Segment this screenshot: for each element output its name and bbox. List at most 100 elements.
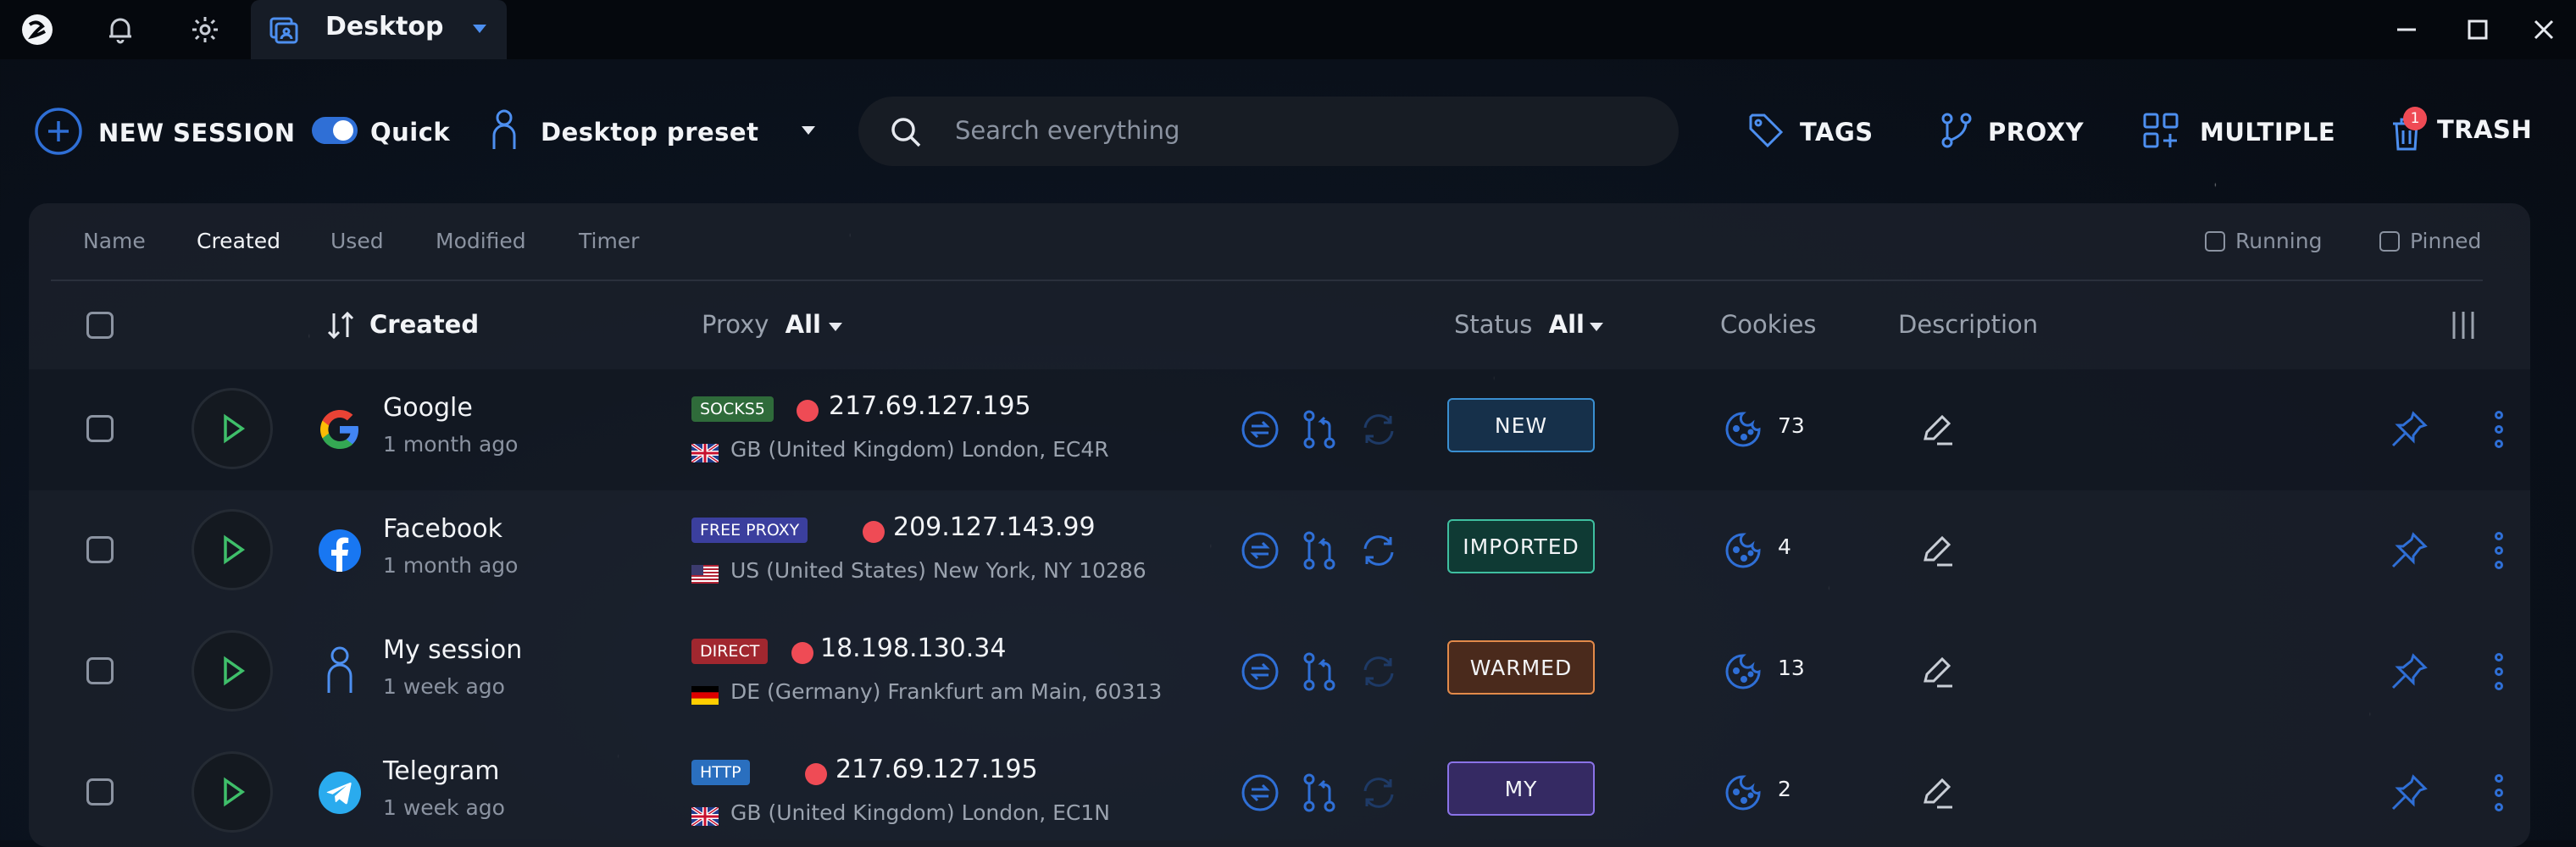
running-label: Running xyxy=(2235,229,2323,253)
play-button[interactable] xyxy=(192,509,273,590)
col-cookies[interactable]: Cookies xyxy=(1720,310,1817,339)
sort-modified[interactable]: Modified xyxy=(436,229,526,253)
proxy-type-badge: HTTP xyxy=(691,760,750,785)
proxy-branch-icon[interactable] xyxy=(1296,649,1342,695)
more-vertical-icon[interactable] xyxy=(2476,528,2522,573)
search-bar[interactable]: Search everything xyxy=(858,97,1679,166)
col-status[interactable]: Status All xyxy=(1454,310,1585,339)
proxy-ip[interactable]: 18.198.130.34 xyxy=(820,634,1006,663)
new-session-button[interactable]: NEW SESSION xyxy=(34,107,296,159)
session-name[interactable]: Facebook xyxy=(383,514,502,544)
tab-desktop[interactable]: Desktop xyxy=(251,0,507,59)
refresh-icon[interactable] xyxy=(1356,770,1402,816)
table-row[interactable]: Telegram 1 week ago HTTP 217.69.127.195 … xyxy=(29,733,2530,840)
proxy-ip[interactable]: 217.69.127.195 xyxy=(829,391,1031,421)
session-age: 1 week ago xyxy=(383,674,505,699)
minimize-button[interactable] xyxy=(2381,8,2432,51)
proxy-status-dot xyxy=(791,642,813,664)
tags-button[interactable]: TAGS xyxy=(1747,112,1874,152)
row-checkbox[interactable] xyxy=(86,778,114,805)
proxy-status-dot xyxy=(797,400,819,422)
bell-icon[interactable] xyxy=(97,7,143,53)
status-badge[interactable]: NEW xyxy=(1447,398,1595,452)
table-row[interactable]: Google 1 month ago SOCKS5 217.69.127.195… xyxy=(29,369,2530,490)
status-badge[interactable]: IMPORTED xyxy=(1447,519,1595,573)
edit-description-icon[interactable] xyxy=(1915,649,1961,695)
more-vertical-icon[interactable] xyxy=(2476,407,2522,452)
edit-description-icon[interactable] xyxy=(1915,407,1961,452)
pin-icon[interactable] xyxy=(2386,770,2432,816)
pin-icon[interactable] xyxy=(2386,649,2432,695)
caret-down-icon[interactable] xyxy=(469,19,490,42)
toggle-switch[interactable] xyxy=(311,116,358,148)
swap-icon[interactable] xyxy=(1237,649,1283,695)
preset-select[interactable]: Desktop preset xyxy=(490,108,818,156)
google-logo-icon xyxy=(317,407,363,456)
maximize-button[interactable] xyxy=(2452,8,2503,51)
multiple-label: MULTIPLE xyxy=(2200,118,2336,147)
running-checkbox[interactable] xyxy=(2205,231,2225,252)
swap-icon[interactable] xyxy=(1237,407,1283,452)
multiple-button[interactable]: MULTIPLE xyxy=(2142,112,2335,152)
play-button[interactable] xyxy=(192,751,273,833)
proxy-branch-icon[interactable] xyxy=(1296,528,1342,573)
play-button[interactable] xyxy=(192,388,273,469)
sort-used[interactable]: Used xyxy=(330,229,384,253)
cookie-count: 73 xyxy=(1778,413,1805,438)
proxy-location: US (United States) New York, NY 10286 xyxy=(730,558,1146,583)
close-button[interactable] xyxy=(2518,8,2569,51)
search-icon xyxy=(889,115,923,152)
pinned-checkbox[interactable] xyxy=(2379,231,2400,252)
caret-down-icon[interactable] xyxy=(827,318,844,339)
trash-count-badge: 1 xyxy=(2403,107,2427,130)
caret-down-icon[interactable] xyxy=(1588,318,1605,339)
status-badge[interactable]: MY xyxy=(1447,761,1595,816)
refresh-icon[interactable] xyxy=(1356,407,1402,452)
row-checkbox[interactable] xyxy=(86,415,114,442)
trash-icon: 1 xyxy=(2390,107,2427,152)
swap-icon[interactable] xyxy=(1237,770,1283,816)
row-checkbox[interactable] xyxy=(86,536,114,563)
proxy-branch-icon[interactable] xyxy=(1296,770,1342,816)
sort-direction-icon[interactable] xyxy=(325,310,356,344)
pin-icon[interactable] xyxy=(2386,528,2432,573)
proxy-button[interactable]: PROXY xyxy=(1940,112,2084,152)
edit-description-icon[interactable] xyxy=(1915,770,1961,816)
session-age: 1 month ago xyxy=(383,553,519,578)
sort-name[interactable]: Name xyxy=(83,229,146,253)
search-input[interactable]: Search everything xyxy=(955,116,1180,145)
gear-icon[interactable] xyxy=(182,7,228,53)
proxy-ip[interactable]: 217.69.127.195 xyxy=(836,755,1038,784)
refresh-icon[interactable] xyxy=(1356,649,1402,695)
select-all-checkbox[interactable] xyxy=(86,312,114,339)
session-name[interactable]: Telegram xyxy=(383,756,499,786)
sort-timer[interactable]: Timer xyxy=(579,229,639,253)
quick-toggle[interactable]: Quick xyxy=(311,116,450,148)
proxy-ip[interactable]: 209.127.143.99 xyxy=(893,512,1096,542)
col-created[interactable]: Created xyxy=(369,310,479,339)
title-bar: Desktop xyxy=(0,0,2576,59)
table-row[interactable]: Facebook 1 month ago FREE PROXY 209.127.… xyxy=(29,490,2530,612)
columns-settings-icon[interactable] xyxy=(2449,310,2478,344)
session-name[interactable]: My session xyxy=(383,635,522,665)
proxy-branch-icon[interactable] xyxy=(1296,407,1342,452)
edit-description-icon[interactable] xyxy=(1915,528,1961,573)
col-description[interactable]: Description xyxy=(1898,310,2038,339)
trash-button[interactable]: 1 TRASH xyxy=(2390,107,2532,152)
sort-created[interactable]: Created xyxy=(197,229,280,253)
more-vertical-icon[interactable] xyxy=(2476,649,2522,695)
play-button[interactable] xyxy=(192,630,273,711)
swap-icon[interactable] xyxy=(1237,528,1283,573)
session-name[interactable]: Google xyxy=(383,393,473,423)
pin-icon[interactable] xyxy=(2386,407,2432,452)
col-proxy[interactable]: Proxy All xyxy=(702,310,821,339)
row-checkbox[interactable] xyxy=(86,657,114,684)
cookie-icon xyxy=(1720,407,1766,452)
more-vertical-icon[interactable] xyxy=(2476,770,2522,816)
caret-down-icon xyxy=(799,121,818,143)
status-badge[interactable]: WARMED xyxy=(1447,640,1595,695)
table-row[interactable]: My session 1 week ago DIRECT 18.198.130.… xyxy=(29,612,2530,733)
refresh-icon[interactable] xyxy=(1356,528,1402,573)
app-logo-icon[interactable] xyxy=(14,7,60,53)
proxy-location: GB (United Kingdom) London, EC4R xyxy=(730,437,1109,462)
